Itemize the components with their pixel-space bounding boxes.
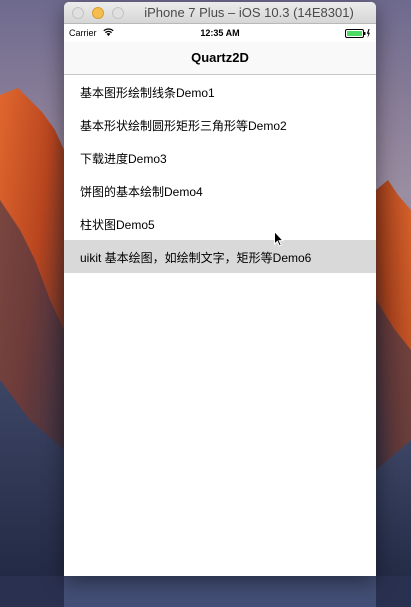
table-row-demo4[interactable]: 饼图的基本绘制Demo4	[64, 174, 376, 207]
simulator-window: iPhone 7 Plus – iOS 10.3 (14E8301) Carri…	[64, 2, 376, 576]
mouse-cursor-icon	[274, 230, 285, 252]
row-label: 基本图形绘制线条Demo1	[80, 86, 215, 100]
status-time: 12:35 AM	[200, 28, 240, 38]
table-row-demo5[interactable]: 柱状图Demo5	[64, 207, 376, 240]
battery-icon	[345, 29, 371, 40]
window-title: iPhone 7 Plus – iOS 10.3 (14E8301)	[144, 5, 354, 20]
desktop-background: iPhone 7 Plus – iOS 10.3 (14E8301) Carri…	[0, 0, 411, 607]
minimize-button[interactable]	[92, 7, 104, 19]
close-button[interactable]	[72, 7, 84, 19]
row-label: 饼图的基本绘制Demo4	[80, 185, 203, 199]
demo-table: 基本图形绘制线条Demo1 基本形状绘制圆形矩形三角形等Demo2 下载进度De…	[64, 75, 376, 273]
row-label: 下载进度Demo3	[80, 152, 167, 166]
table-row-demo1[interactable]: 基本图形绘制线条Demo1	[64, 75, 376, 108]
nav-title: Quartz2D	[191, 50, 249, 65]
navigation-bar: Quartz2D	[64, 42, 376, 75]
ios-status-bar: Carrier 12:35 AM	[64, 24, 376, 42]
row-label: 基本形状绘制圆形矩形三角形等Demo2	[80, 119, 287, 133]
charging-bolt-icon	[366, 29, 370, 38]
row-label: 柱状图Demo5	[80, 218, 155, 232]
table-row-demo6[interactable]: uikit 基本绘图，如绘制文字，矩形等Demo6	[64, 240, 376, 273]
window-title-bar[interactable]: iPhone 7 Plus – iOS 10.3 (14E8301)	[64, 2, 376, 24]
zoom-button[interactable]	[112, 7, 124, 19]
table-row-demo2[interactable]: 基本形状绘制圆形矩形三角形等Demo2	[64, 108, 376, 141]
table-row-demo3[interactable]: 下载进度Demo3	[64, 141, 376, 174]
